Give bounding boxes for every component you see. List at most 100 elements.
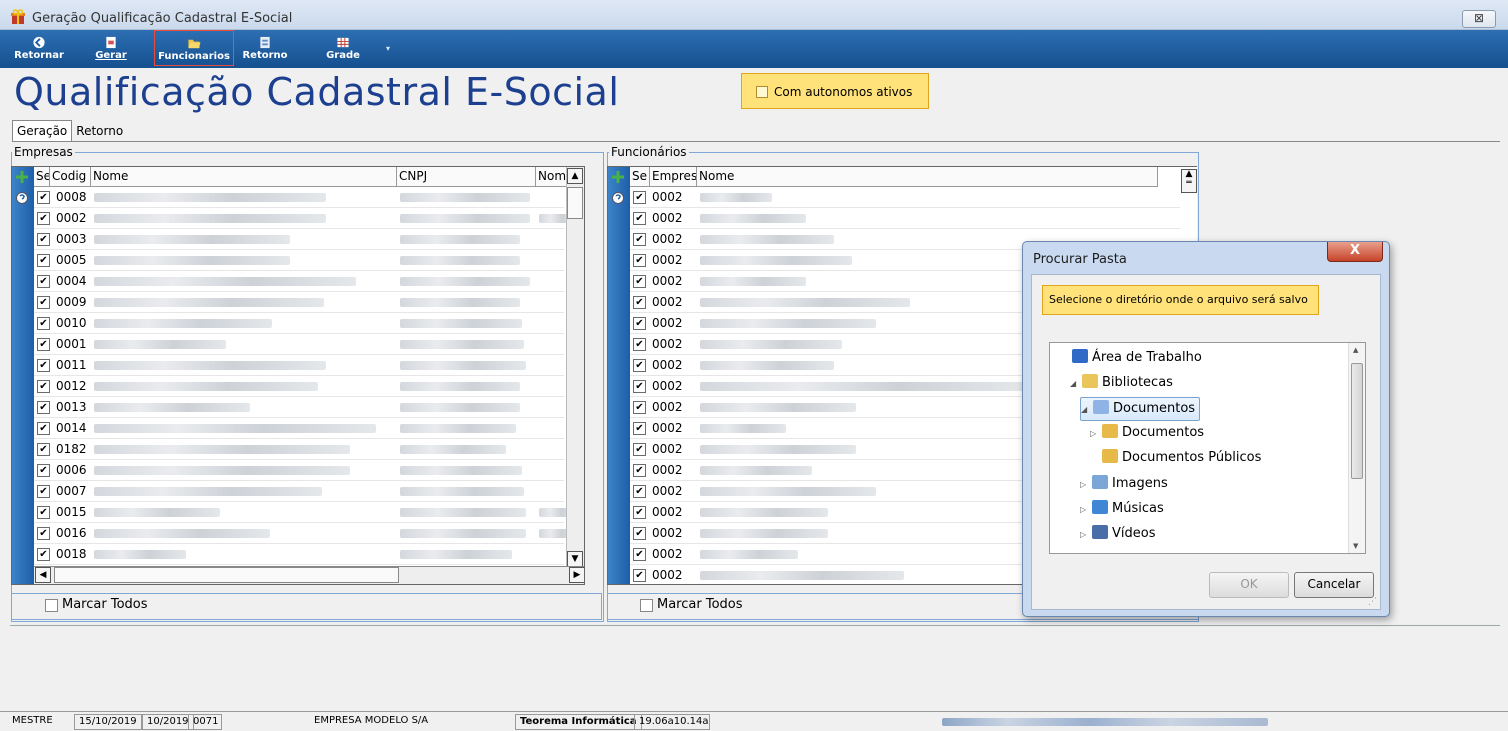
empresas-grid[interactable]: Se Codig Nome CNPJ Nome f ✔ 0008 ✔ 0002 ✔ 000… — [11, 166, 585, 585]
table-row[interactable]: ✔ 0015 — [34, 502, 577, 523]
tree-scrollbar[interactable]: ▲ ▼ — [1348, 343, 1365, 553]
tree-item[interactable]: ◢ Bibliotecas — [1070, 372, 1173, 396]
dialog-close-button[interactable]: X — [1327, 242, 1383, 262]
empresas-hscroll-thumb[interactable] — [54, 567, 399, 583]
table-row[interactable]: ✔ 0182 — [34, 439, 564, 460]
row-checkbox[interactable]: ✔ — [633, 380, 646, 393]
row-checkbox[interactable]: ✔ — [633, 212, 646, 225]
row-checkbox[interactable]: ✔ — [633, 254, 646, 267]
expander-icon[interactable]: ▷ — [1080, 499, 1090, 521]
empresas-marcar-todos-checkbox[interactable] — [45, 599, 58, 612]
expander-icon[interactable]: ▷ — [1090, 423, 1100, 445]
row-checkbox[interactable]: ✔ — [37, 359, 50, 372]
table-row[interactable]: ✔ 0005 — [34, 250, 564, 271]
col-header-selecao[interactable]: Se — [34, 167, 50, 187]
col-header-codigo[interactable]: Codig — [50, 167, 91, 187]
row-checkbox[interactable]: ✔ — [633, 506, 646, 519]
row-checkbox[interactable]: ✔ — [633, 401, 646, 414]
table-row[interactable]: ✔ 0012 — [34, 376, 564, 397]
table-row[interactable]: ✔ 0002 — [630, 208, 1180, 229]
row-checkbox[interactable]: ✔ — [37, 548, 50, 561]
row-checkbox[interactable]: ✔ — [37, 317, 50, 330]
retorno-button[interactable]: Retorno — [240, 30, 290, 66]
table-row[interactable]: ✔ 0016 — [34, 523, 577, 544]
col-header-empresa[interactable]: Empres — [650, 167, 697, 187]
row-checkbox[interactable]: ✔ — [37, 443, 50, 456]
empresas-scroll-thumb[interactable] — [567, 187, 583, 219]
funcionarios-vertical-scrollbar[interactable]: ▲ ═ — [1180, 167, 1197, 197]
tree-item[interactable]: ▷ Documentos — [1090, 422, 1204, 446]
row-checkbox[interactable]: ✔ — [633, 338, 646, 351]
table-row[interactable]: ✔ 0013 — [34, 397, 564, 418]
retornar-button[interactable]: Retornar — [10, 30, 68, 66]
tree-scroll-thumb[interactable] — [1351, 363, 1363, 479]
row-checkbox[interactable]: ✔ — [633, 359, 646, 372]
table-row[interactable]: ✔ 0011 — [34, 355, 564, 376]
tree-item[interactable]: ▷ Imagens — [1080, 473, 1168, 497]
tab-retorno[interactable]: Retorno — [72, 121, 127, 141]
table-row[interactable]: ✔ 0006 — [34, 460, 564, 481]
table-row[interactable]: ✔ 0001 — [34, 334, 564, 355]
autonomos-checkbox[interactable] — [756, 86, 768, 98]
grade-button[interactable]: Grade — [318, 30, 368, 66]
table-row[interactable]: ✔ 0007 — [34, 481, 564, 502]
row-checkbox[interactable]: ✔ — [633, 275, 646, 288]
row-checkbox[interactable]: ✔ — [633, 443, 646, 456]
row-checkbox[interactable]: ✔ — [37, 296, 50, 309]
resize-grip-icon[interactable]: ⋰ — [1368, 597, 1377, 607]
tree-item[interactable]: Documentos Públicos — [1090, 447, 1261, 471]
col-header-selecao[interactable]: Se — [630, 167, 650, 187]
row-checkbox[interactable]: ✔ — [633, 548, 646, 561]
funcionarios-button[interactable]: Funcionarios — [154, 30, 234, 66]
row-checkbox[interactable]: ✔ — [37, 464, 50, 477]
row-checkbox[interactable]: ✔ — [37, 380, 50, 393]
table-row[interactable]: ✔ 0004 — [34, 271, 564, 292]
folder-tree[interactable]: ▲ ▼ Área de Trabalho ◢ Bibliotecas ◢ Documen… — [1049, 342, 1366, 554]
expander-icon[interactable]: ◢ — [1070, 373, 1080, 395]
gerar-button[interactable]: Gerar — [86, 30, 136, 66]
empresas-vertical-scrollbar[interactable]: ▲ ▼ — [566, 167, 584, 568]
toolbar-overflow-icon[interactable]: ▾ — [386, 44, 390, 53]
row-checkbox[interactable]: ✔ — [633, 422, 646, 435]
expander-icon[interactable]: ▷ — [1080, 474, 1090, 496]
row-checkbox[interactable]: ✔ — [37, 212, 50, 225]
row-checkbox[interactable]: ✔ — [633, 233, 646, 246]
row-checkbox[interactable]: ✔ — [633, 191, 646, 204]
row-checkbox[interactable]: ✔ — [37, 401, 50, 414]
col-header-cnpj[interactable]: CNPJ — [397, 167, 536, 187]
add-row-icon[interactable] — [15, 170, 29, 184]
autonomos-checkbox-group[interactable]: Com autonomos ativos — [741, 73, 929, 109]
table-row[interactable]: ✔ 0018 — [34, 544, 564, 565]
funcionarios-marcar-todos-checkbox[interactable] — [640, 599, 653, 612]
table-row[interactable]: ✔ 0008 — [34, 187, 564, 208]
row-checkbox[interactable]: ✔ — [37, 233, 50, 246]
scroll-down-icon[interactable]: ▼ — [567, 551, 583, 567]
row-checkbox[interactable]: ✔ — [37, 422, 50, 435]
tree-item[interactable]: ▷ Músicas — [1080, 498, 1164, 522]
row-checkbox[interactable]: ✔ — [37, 191, 50, 204]
col-header-nome[interactable]: Nome — [697, 167, 1158, 187]
row-checkbox[interactable]: ✔ — [633, 485, 646, 498]
window-close-button[interactable]: ⊠ — [1462, 10, 1496, 28]
table-row[interactable]: ✔ 0002 — [630, 187, 1180, 208]
table-row[interactable]: ✔ 0002 — [34, 208, 577, 229]
row-checkbox[interactable]: ✔ — [633, 296, 646, 309]
tree-item[interactable]: ◢ Documentos — [1080, 397, 1201, 421]
row-checkbox[interactable]: ✔ — [37, 485, 50, 498]
add-row-icon[interactable] — [611, 170, 625, 184]
table-row[interactable]: ✔ 0014 — [34, 418, 564, 439]
row-checkbox[interactable]: ✔ — [37, 254, 50, 267]
row-checkbox[interactable]: ✔ — [633, 527, 646, 540]
table-row[interactable]: ✔ 0009 — [34, 292, 564, 313]
scroll-left-icon[interactable]: ◀ — [35, 567, 51, 583]
row-checkbox[interactable]: ✔ — [633, 464, 646, 477]
row-checkbox[interactable]: ✔ — [37, 506, 50, 519]
empresas-horizontal-scrollbar[interactable]: ◀ ▶ — [34, 566, 584, 584]
expander-icon[interactable]: ▷ — [1080, 524, 1090, 546]
row-checkbox[interactable]: ✔ — [37, 338, 50, 351]
scroll-up-icon[interactable]: ▲ ═ — [1181, 169, 1197, 193]
table-row[interactable]: ✔ 0003 — [34, 229, 564, 250]
tree-item[interactable]: Área de Trabalho — [1060, 347, 1202, 371]
row-checkbox[interactable]: ✔ — [37, 527, 50, 540]
col-header-nome[interactable]: Nome — [91, 167, 397, 187]
